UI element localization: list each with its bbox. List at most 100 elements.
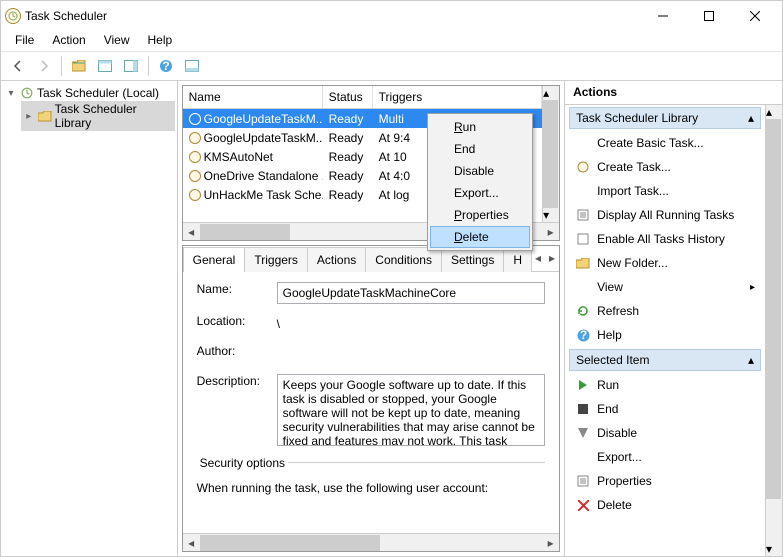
scroll-left-icon[interactable]: ◂	[183, 535, 200, 551]
back-button[interactable]	[7, 55, 29, 77]
name-field[interactable]: GoogleUpdateTaskMachineCore	[277, 282, 545, 304]
ctx-delete[interactable]: Delete	[430, 226, 530, 248]
action-export[interactable]: Export...	[569, 445, 761, 469]
context-menu: Run End Disable Export... Properties Del…	[427, 113, 533, 251]
folder-button[interactable]	[68, 55, 90, 77]
action-end[interactable]: End	[569, 397, 761, 421]
col-name[interactable]: Name	[183, 86, 323, 108]
maximize-button[interactable]	[686, 1, 732, 31]
task-icon	[575, 159, 591, 175]
panel-button-2[interactable]	[120, 55, 142, 77]
menu-action[interactable]: Action	[44, 31, 93, 51]
action-create-basic-task[interactable]: Create Basic Task...	[569, 131, 761, 155]
scroll-up-icon[interactable]: ▴	[766, 105, 782, 119]
action-delete[interactable]: Delete	[569, 493, 761, 517]
scroll-thumb[interactable]	[543, 100, 558, 208]
menu-help[interactable]: Help	[140, 31, 181, 51]
help-icon: ?	[575, 327, 591, 343]
scroll-up-icon[interactable]: ▴	[543, 86, 559, 100]
collapse-icon[interactable]: ▴	[748, 111, 754, 125]
folder-icon	[575, 255, 591, 271]
scroll-right-icon[interactable]: ▸	[542, 224, 559, 240]
tree-root[interactable]: ▾ Task Scheduler (Local)	[3, 85, 175, 101]
panel-button-1[interactable]	[94, 55, 116, 77]
expand-icon[interactable]: ▸	[23, 111, 35, 122]
action-new-folder[interactable]: New Folder...	[569, 251, 761, 275]
delete-icon	[575, 497, 591, 513]
action-run[interactable]: Run	[569, 373, 761, 397]
action-help[interactable]: ?Help	[569, 323, 761, 347]
toolbar-separator	[61, 56, 62, 76]
actions-section-selected[interactable]: Selected Item ▴	[569, 349, 761, 371]
action-disable[interactable]: Disable	[569, 421, 761, 445]
actions-title: Actions	[565, 81, 782, 105]
scroll-thumb[interactable]	[200, 224, 290, 240]
tab-general[interactable]: General	[183, 247, 246, 272]
action-create-task[interactable]: Create Task...	[569, 155, 761, 179]
task-list-header: Name Status Triggers	[183, 86, 542, 109]
submenu-arrow-icon: ▸	[750, 282, 755, 293]
stop-icon	[575, 401, 591, 417]
task-detail: General Triggers Actions Conditions Sett…	[182, 245, 560, 552]
collapse-icon[interactable]: ▴	[748, 353, 754, 367]
task-icon	[189, 132, 201, 144]
description-label: Description:	[197, 374, 277, 446]
action-properties[interactable]: Properties	[569, 469, 761, 493]
author-value	[277, 344, 545, 364]
description-field[interactable]: Keeps your Google software up to date. I…	[277, 374, 545, 446]
scroll-down-icon[interactable]: ▾	[543, 208, 559, 222]
security-options-title: Security options	[197, 456, 288, 470]
scroll-down-icon[interactable]: ▾	[766, 542, 782, 556]
ctx-export[interactable]: Export...	[430, 182, 530, 204]
svg-text:?: ?	[579, 329, 586, 342]
task-icon	[189, 113, 201, 125]
ctx-end[interactable]: End	[430, 138, 530, 160]
tree-library[interactable]: ▸ Task Scheduler Library	[21, 101, 175, 131]
close-button[interactable]	[732, 1, 778, 31]
refresh-icon	[575, 303, 591, 319]
location-label: Location:	[197, 314, 277, 334]
action-view[interactable]: View▸	[569, 275, 761, 299]
properties-icon	[575, 473, 591, 489]
collapse-icon[interactable]: ▾	[5, 88, 17, 99]
title-bar: Task Scheduler	[1, 1, 782, 31]
menu-view[interactable]: View	[96, 31, 138, 51]
col-triggers[interactable]: Triggers	[373, 86, 542, 108]
play-icon	[575, 377, 591, 393]
vertical-scrollbar[interactable]: ▴ ▾	[542, 86, 559, 222]
forward-button[interactable]	[33, 55, 55, 77]
task-icon	[189, 151, 201, 163]
task-icon	[189, 189, 201, 201]
ctx-disable[interactable]: Disable	[430, 160, 530, 182]
actions-vertical-scrollbar[interactable]: ▴ ▾	[765, 105, 782, 556]
task-icon	[189, 170, 201, 182]
tree-library-label: Task Scheduler Library	[55, 102, 173, 130]
blank-icon	[575, 183, 591, 199]
detail-horizontal-scrollbar[interactable]: ◂ ▸	[183, 533, 559, 551]
actions-section-library[interactable]: Task Scheduler Library ▴	[569, 107, 761, 129]
ctx-properties[interactable]: Properties	[430, 204, 530, 226]
action-import-task[interactable]: Import Task...	[569, 179, 761, 203]
author-label: Author:	[197, 344, 277, 364]
menu-file[interactable]: File	[7, 31, 42, 51]
tab-triggers[interactable]: Triggers	[244, 247, 308, 272]
history-icon	[575, 231, 591, 247]
scroll-right-icon[interactable]: ▸	[542, 535, 559, 551]
action-refresh[interactable]: Refresh	[569, 299, 761, 323]
window-title: Task Scheduler	[25, 9, 640, 23]
help-button[interactable]: ?	[155, 55, 177, 77]
scroll-left-icon[interactable]: ◂	[183, 224, 200, 240]
scroll-thumb[interactable]	[766, 119, 781, 499]
scroll-thumb[interactable]	[200, 535, 380, 551]
svg-text:?: ?	[162, 59, 169, 73]
tab-scroll-right[interactable]: ▸	[545, 246, 559, 271]
tab-scroll-left[interactable]: ◂	[531, 246, 545, 271]
col-status[interactable]: Status	[323, 86, 373, 108]
tab-actions[interactable]: Actions	[307, 247, 366, 272]
action-enable-all-history[interactable]: Enable All Tasks History	[569, 227, 761, 251]
name-label: Name:	[197, 282, 277, 304]
ctx-run[interactable]: Run	[430, 116, 530, 138]
minimize-button[interactable]	[640, 1, 686, 31]
action-display-all-running[interactable]: Display All Running Tasks	[569, 203, 761, 227]
panel-button-3[interactable]	[181, 55, 203, 77]
